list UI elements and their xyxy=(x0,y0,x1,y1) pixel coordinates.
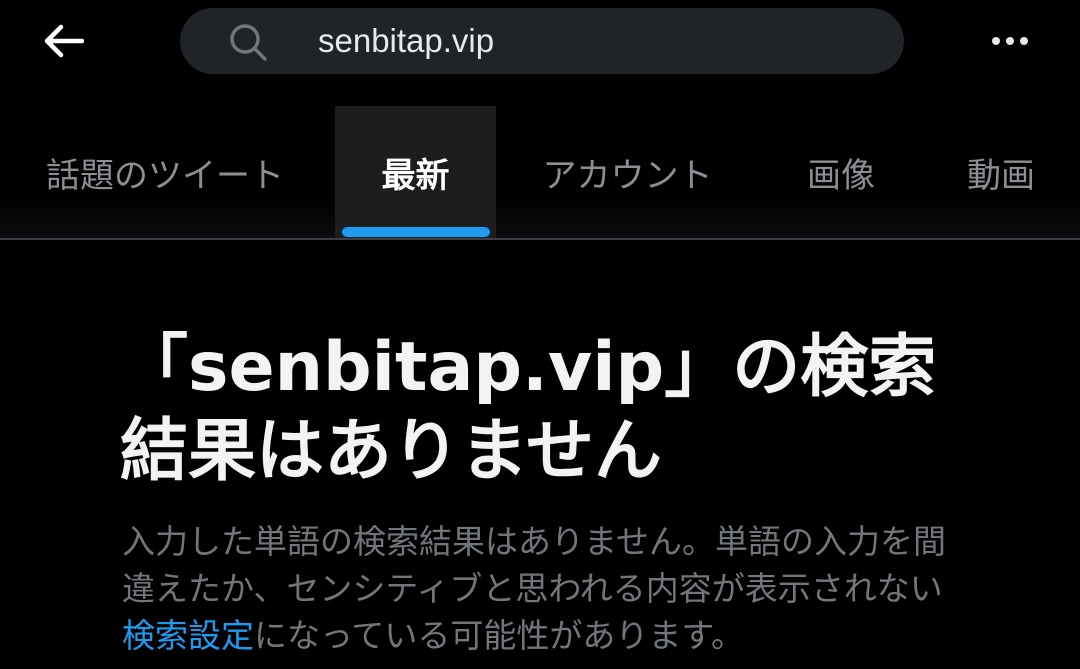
tab-videos[interactable]: 動画 xyxy=(940,106,1062,238)
description-text: 入力した単語の検索結果はありません。単語の入力を間違えたか、センシティブと思われ… xyxy=(122,522,947,608)
tab-images[interactable]: 画像 xyxy=(780,106,902,238)
no-results-description: 入力した単語の検索結果はありません。単語の入力を間違えたか、センシティブと思われ… xyxy=(122,518,972,659)
active-tab-indicator xyxy=(342,227,490,237)
search-tabs: 話題のツイート 最新 アカウント 画像 動画 xyxy=(0,106,1080,240)
more-options-button[interactable] xyxy=(980,18,1040,64)
tab-latest[interactable]: 最新 xyxy=(335,106,496,238)
search-settings-link[interactable]: 検索設定 xyxy=(122,616,254,655)
no-results-title: 「senbitap.vip」の検索結果はありません xyxy=(120,328,937,491)
top-bar xyxy=(0,0,1080,100)
tab-top-tweets[interactable]: 話題のツイート xyxy=(20,106,310,238)
magnifier-icon xyxy=(230,24,267,61)
tab-accounts[interactable]: アカウント xyxy=(520,106,735,238)
description-text-end: になっている可能性があります。 xyxy=(254,616,745,655)
search-bar[interactable] xyxy=(180,8,904,74)
back-button[interactable] xyxy=(36,16,92,66)
search-input[interactable] xyxy=(318,8,878,74)
arrow-left-icon xyxy=(44,24,84,58)
tab-divider xyxy=(0,238,1080,240)
search-results-screen: 話題のツイート 最新 アカウント 画像 動画 「senbitap.vip」の検索… xyxy=(0,0,1080,669)
more-dots-icon xyxy=(992,37,1028,45)
